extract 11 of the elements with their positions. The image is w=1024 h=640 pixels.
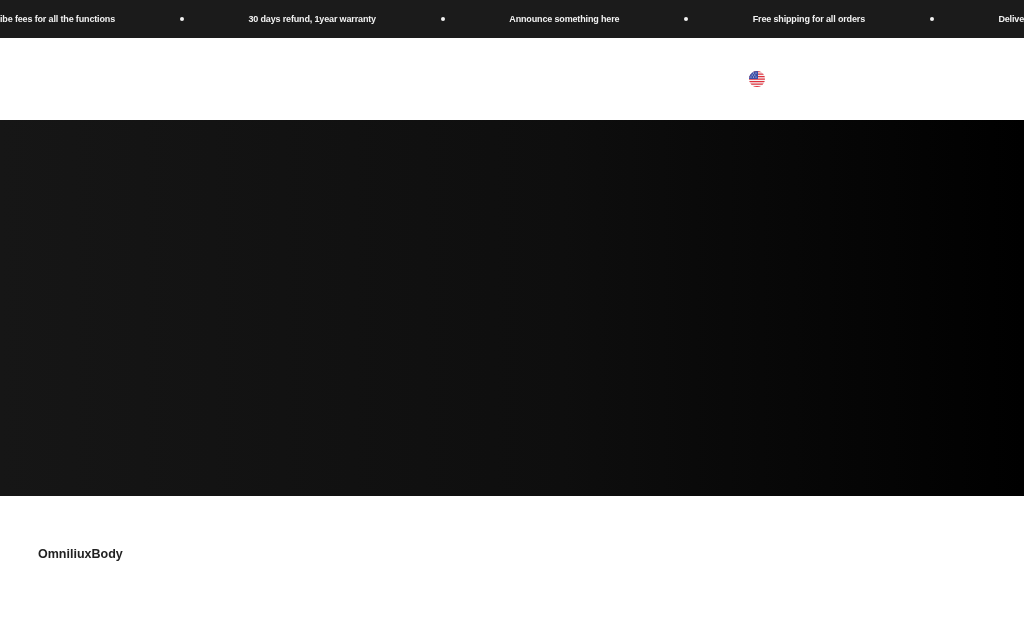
announcement-text: Free shipping for all orders (752, 13, 866, 25)
separator-dot-icon (440, 17, 445, 21)
announcement-text: Delive (998, 13, 1024, 25)
announcement-text: Announce something here (509, 13, 620, 25)
separator-dot-icon (929, 17, 934, 21)
brand-name: OmniliuxBody (38, 547, 123, 561)
separator-dot-icon (684, 17, 689, 21)
us-flag-icon[interactable] (749, 71, 765, 87)
separator-dot-icon (179, 17, 184, 21)
announcement-text: ibe fees for all the functions (0, 13, 116, 25)
announcement-text: 30 days refund, 1year warranty (248, 13, 376, 25)
